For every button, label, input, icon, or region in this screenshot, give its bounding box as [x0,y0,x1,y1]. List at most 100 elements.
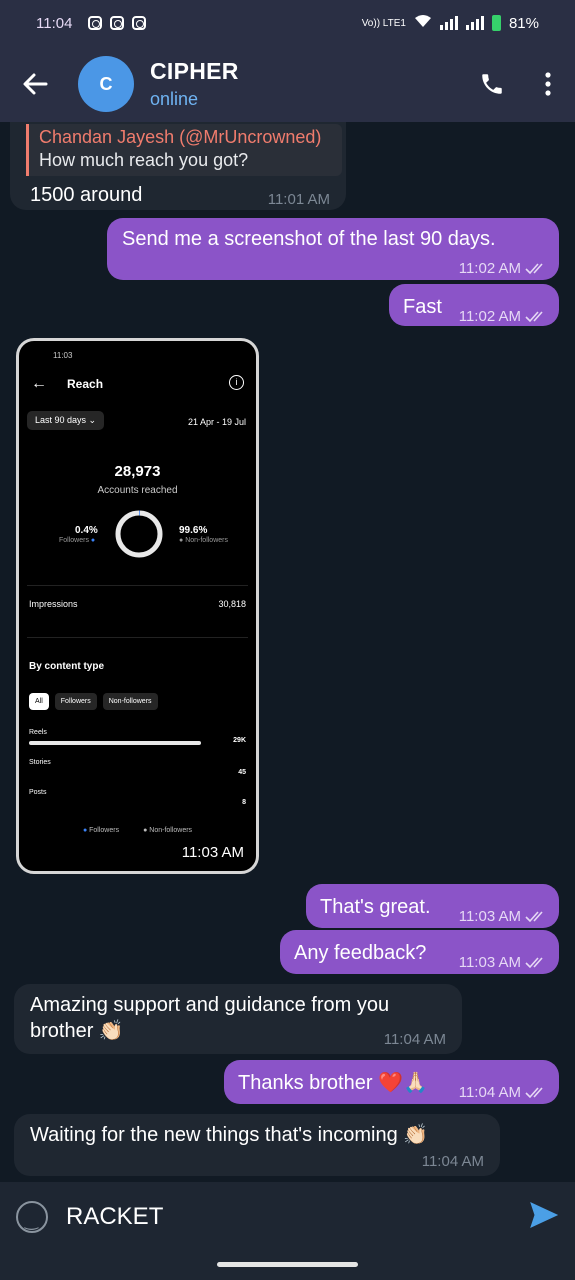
chat-messages[interactable]: Chandan Jayesh (@MrUncrowned) How much r… [0,122,575,1182]
screenshot-status-time: 11:03 [53,351,73,360]
chat-title-block[interactable]: CIPHER online [150,58,239,110]
row-label-stories: Stories [29,759,51,766]
double-check-icon [525,950,547,976]
status-right: Vo)) LTE1 81% [362,14,539,32]
quote-author: Chandan Jayesh (@MrUncrowned) [39,127,322,147]
message-text: Send me a screenshot of the last 90 days… [122,228,496,250]
status-bar: 11:04 Vo)) LTE1 81% [0,0,575,46]
instagram-notification-icon [88,16,103,30]
row-label-posts: Posts [29,789,47,796]
screenshot-title: Reach [67,377,104,391]
double-check-icon [525,904,547,930]
screenshot-range-label: Last 90 days [35,415,87,425]
legend-non-followers-text: Non-followers [149,827,193,834]
battery-percent: 81% [508,14,539,32]
non-followers-label-text: Non-followers [185,537,228,544]
row-label-reels: Reels [29,729,47,736]
divider [27,637,248,638]
screenshot-impressions-label: Impressions [29,599,78,609]
message-incoming[interactable]: Chandan Jayesh (@MrUncrowned) How much r… [10,122,346,210]
screenshot-chips: All Followers Non-followers [29,693,158,710]
message-input[interactable]: RACKET [66,1203,163,1231]
message-outgoing[interactable]: That's great. 11:03 AM [306,884,559,928]
message-meta: 11:02 AM [459,304,547,330]
screenshot-non-followers-pct: 99.6% [179,525,208,536]
screenshot-non-followers-label: ● Non-followers [179,537,228,544]
message-text: 1500 around [30,184,143,206]
home-gesture-pill[interactable] [217,1262,358,1267]
message-incoming[interactable]: Amazing support and guidance from you br… [14,984,462,1054]
double-check-icon [525,304,547,330]
divider [27,585,248,586]
signal-icon [465,16,484,30]
row-bar-reels [29,741,201,745]
chat-status: online [150,89,199,109]
screenshot-followers-label: Followers ● [59,537,96,544]
message-time: 11:03 AM [458,954,521,972]
chip-followers: Followers [54,693,97,710]
avatar-letter: C [99,73,113,94]
screenshot-donut-chart [115,510,163,558]
network-label: Vo)) LTE1 [361,17,406,29]
screenshot-impressions-value: 30,818 [218,599,246,609]
message-time: 11:04 AM [383,1031,446,1048]
double-check-icon [525,256,547,282]
message-time: 11:02 AM [458,308,521,326]
message-time: 11:02 AM [458,260,521,278]
screenshot-legend: ● Followers ● Non-followers [19,827,256,834]
screenshot-info-icon: i [229,375,244,390]
screenshot-accounts-reached-value: 28,973 [114,463,161,480]
screenshot-followers-pct: 0.4% [75,525,98,536]
row-value-reels: 29K [233,737,246,744]
chip-all: All [29,693,49,710]
screenshot-accounts-reached-label: Accounts reached [97,485,178,496]
message-meta: 11:03 AM [459,904,547,930]
status-time: 11:04 [36,14,73,32]
reply-quote[interactable]: Chandan Jayesh (@MrUncrowned) How much r… [26,124,342,176]
screenshot-back-arrow-icon: ← [31,375,47,392]
message-time: 11:04 AM [421,1153,484,1170]
chat-title: CIPHER [150,58,239,84]
row-value-stories: 45 [238,769,246,776]
message-meta: 11:03 AM [459,950,547,976]
chat-header: C CIPHER online [0,46,575,122]
system-nav-bar [0,1252,575,1280]
message-text: Thanks brother ❤️🙏🏻 [238,1072,428,1094]
message-input-bar: RACKET [0,1182,575,1252]
emoji-icon[interactable] [16,1201,48,1233]
legend-non-followers: ● Non-followers [143,827,193,834]
message-incoming[interactable]: Waiting for the new things that's incomi… [14,1114,500,1176]
donut-non-followers-arc [115,510,163,558]
legend-followers-text: Followers [89,827,120,834]
message-outgoing[interactable]: Any feedback? 11:03 AM [280,930,559,974]
chip-non-followers: Non-followers [102,693,158,710]
double-check-icon [525,1080,547,1106]
message-outgoing[interactable]: Thanks brother ❤️🙏🏻 11:04 AM [224,1060,559,1104]
battery-icon [491,15,501,31]
message-text: Fast [403,296,442,318]
back-arrow-icon[interactable] [20,69,50,99]
screenshot-by-content-type: By content type [29,661,105,672]
legend-followers: ● Followers [82,827,120,834]
message-text: That's great. [320,896,431,918]
more-vert-icon[interactable] [545,72,551,96]
signal-icon [439,16,458,30]
followers-label-text: Followers [59,537,89,544]
quote-text: How much reach you got? [39,150,249,171]
screenshot-image-message[interactable]: 11:03 ← Reach i Last 90 days ⌄ 21 Apr - … [16,338,259,874]
avatar[interactable]: C [78,56,134,112]
message-outgoing[interactable]: Send me a screenshot of the last 90 days… [107,218,559,280]
instagram-notification-icon [110,16,125,30]
screenshot-range-button: Last 90 days ⌄ [27,411,105,430]
message-meta: 11:02 AM [459,256,547,282]
row-value-posts: 8 [242,799,246,806]
phone-icon[interactable] [479,71,505,97]
message-outgoing[interactable]: Fast 11:02 AM [389,284,559,326]
screenshot-date-range: 21 Apr - 19 Jul [187,417,246,427]
wifi-icon [414,14,432,32]
send-icon[interactable] [529,1201,559,1234]
message-text: Waiting for the new things that's incomi… [30,1124,429,1146]
message-time: 11:01 AM [267,191,330,208]
message-time: 11:03 AM [181,844,244,861]
message-time: 11:04 AM [458,1084,521,1102]
